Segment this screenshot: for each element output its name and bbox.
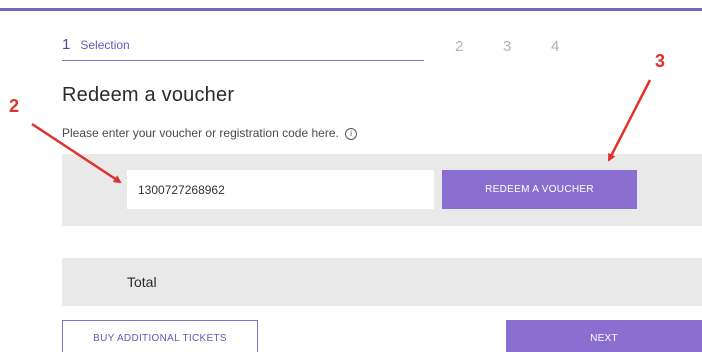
redeem-voucher-button[interactable]: REDEEM A VOUCHER — [442, 170, 637, 209]
step-3: 3 — [503, 38, 512, 55]
buy-additional-tickets-button[interactable]: BUY ADDITIONAL TICKETS — [62, 320, 258, 352]
step-4: 4 — [551, 38, 560, 55]
step-label-active: Selection — [80, 38, 130, 52]
voucher-page: 1 Selection 2 3 4 Redeem a voucher Pleas… — [0, 0, 702, 352]
step-number-active: 1 — [62, 36, 71, 53]
voucher-code-input[interactable] — [127, 170, 434, 209]
annotation-number-3: 3 — [655, 51, 666, 71]
top-accent-bar — [0, 8, 702, 11]
info-icon[interactable]: i — [345, 128, 358, 140]
total-panel — [62, 258, 702, 306]
step-2: 2 — [455, 38, 464, 55]
voucher-instruction: Please enter your voucher or registratio… — [62, 126, 358, 140]
instruction-text: Please enter your voucher or registratio… — [62, 126, 339, 140]
page-title: Redeem a voucher — [62, 84, 235, 106]
annotation-number-2: 2 — [9, 96, 20, 116]
arrow-to-redeem-button — [607, 79, 652, 162]
step-selection[interactable]: 1 Selection — [62, 36, 424, 61]
total-label: Total — [127, 274, 157, 290]
next-button[interactable]: NEXT — [506, 320, 702, 352]
